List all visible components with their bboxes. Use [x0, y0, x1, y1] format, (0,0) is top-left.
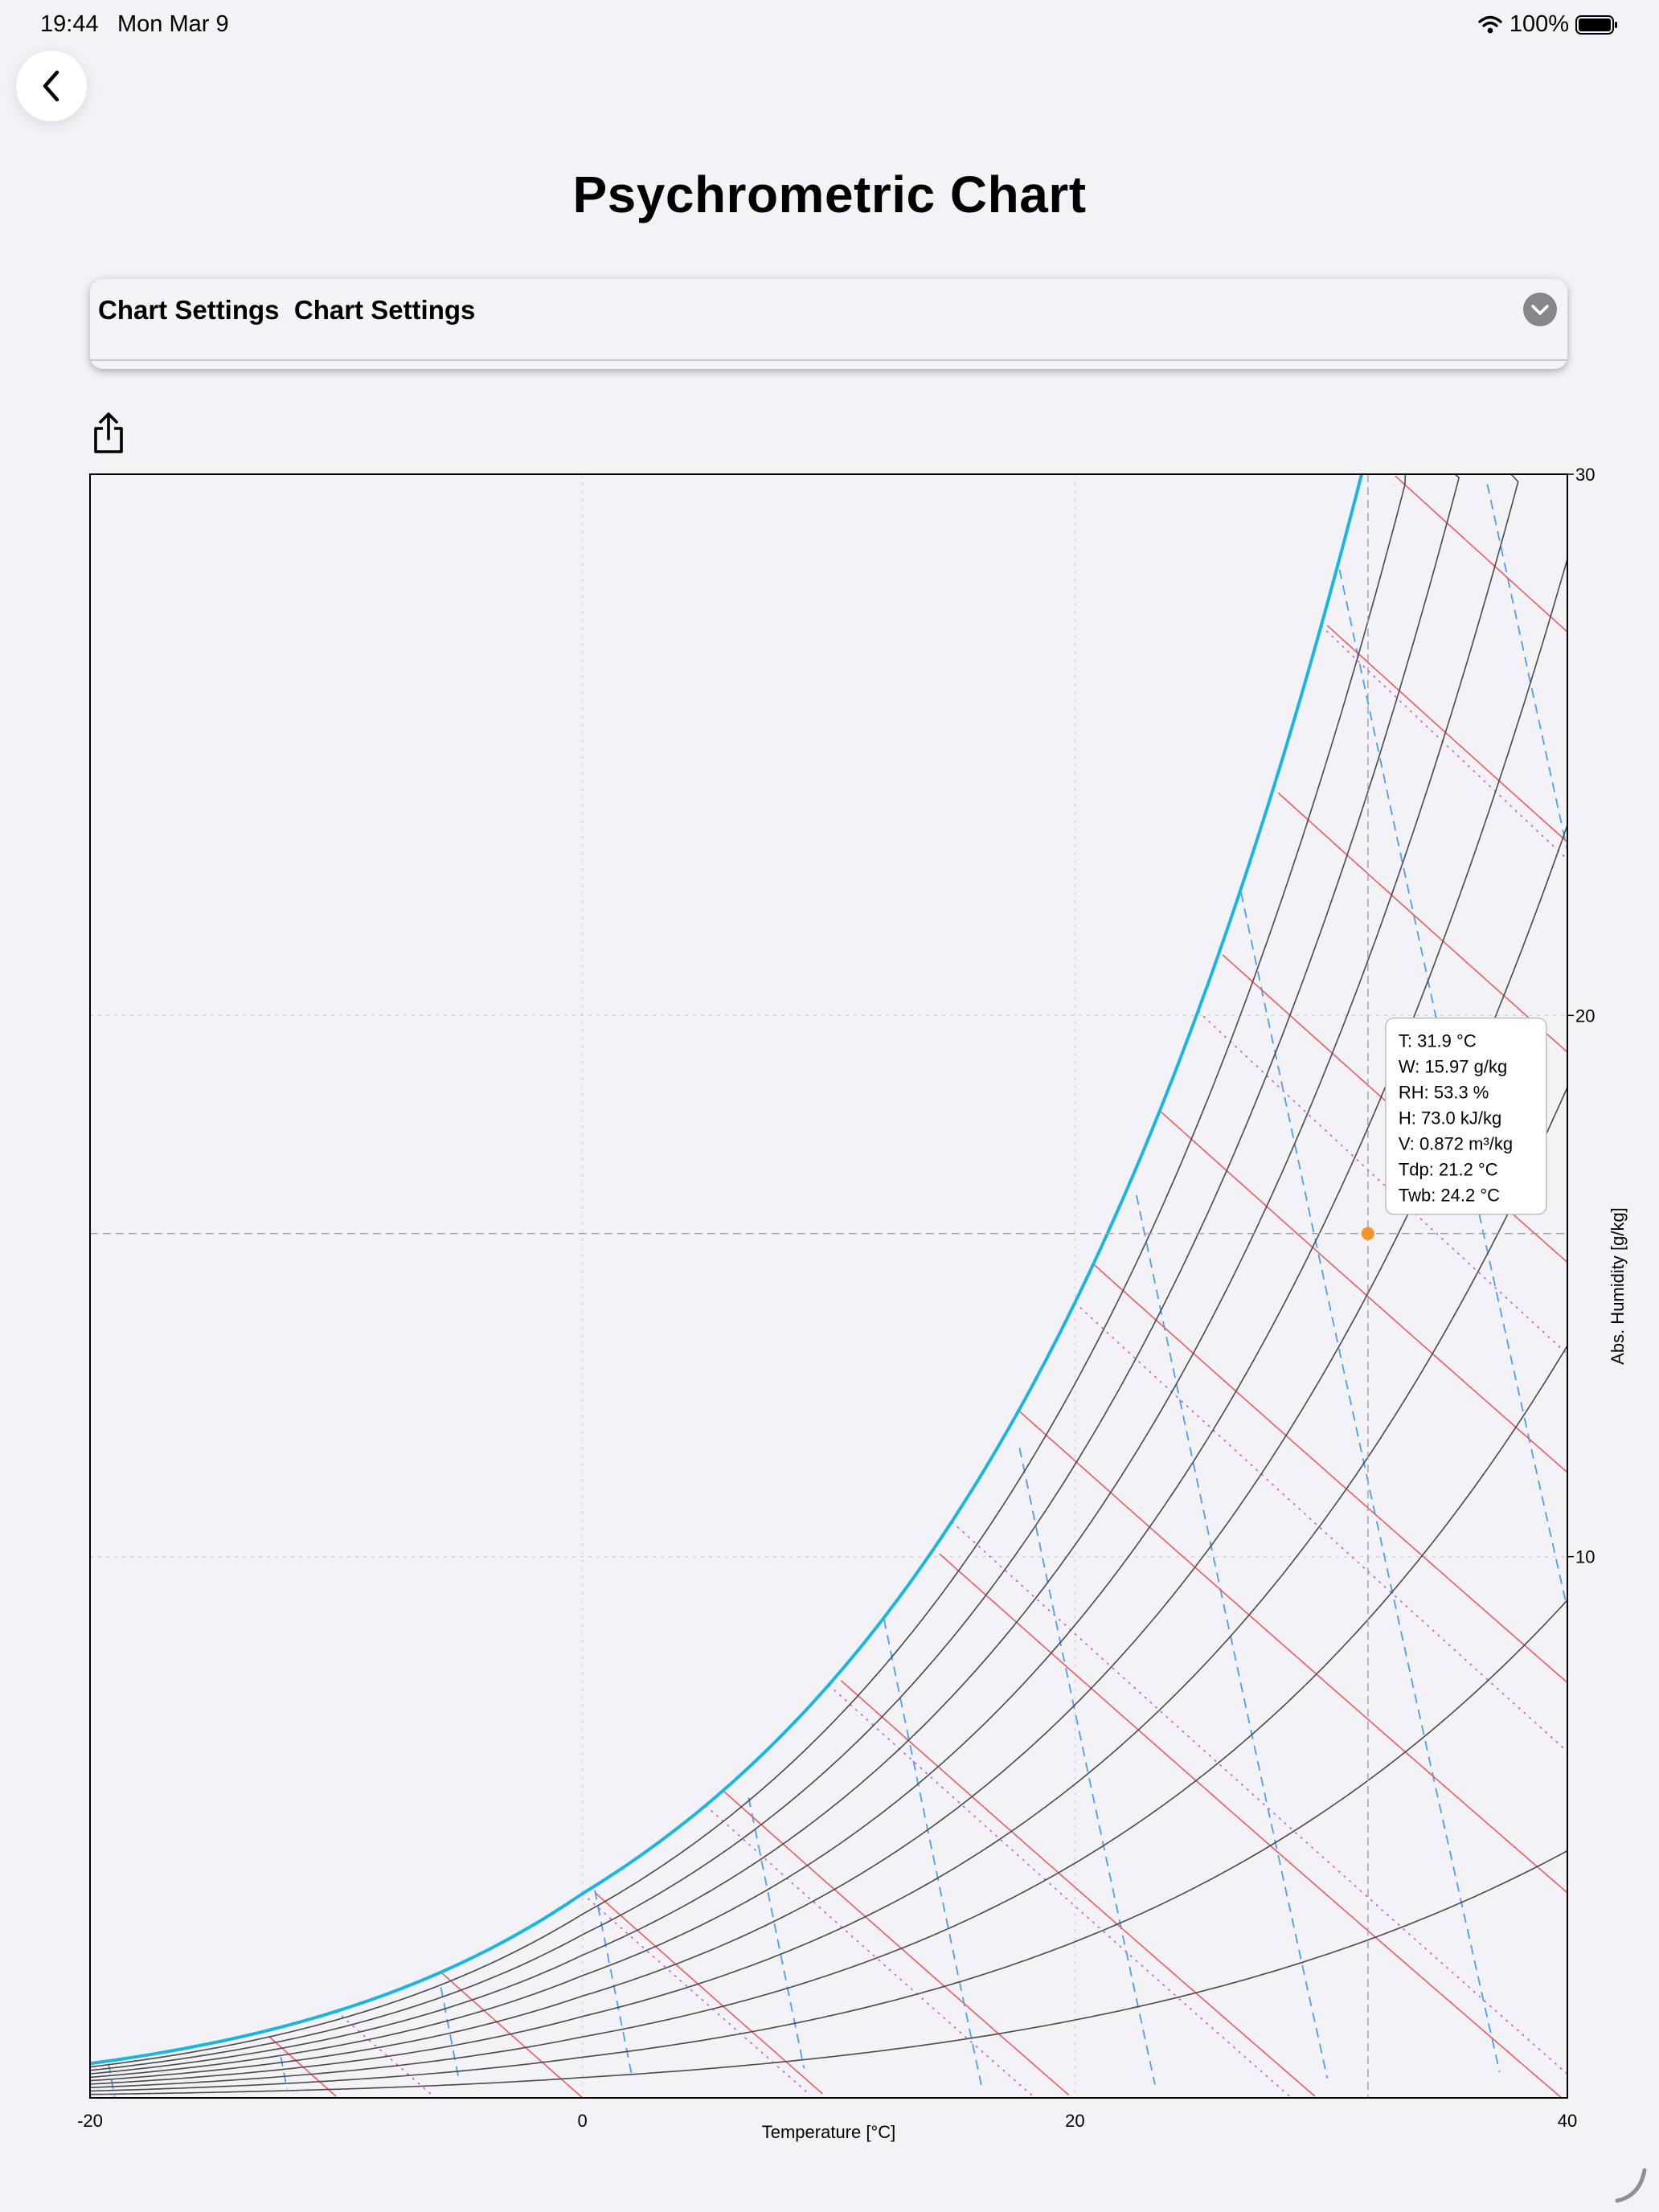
y-tick-label: 10 [1575, 1547, 1595, 1567]
tooltip-line: T: 31.9 °C [1399, 1031, 1477, 1051]
y-tick-label: 30 [1575, 465, 1595, 485]
x-tick-label: 40 [1558, 2111, 1577, 2131]
tooltip-line: Twb: 24.2 °C [1399, 1186, 1500, 1206]
tooltip-line: RH: 53.3 % [1399, 1083, 1489, 1103]
tooltip-line: W: 15.97 g/kg [1399, 1057, 1507, 1077]
psychrometric-chart[interactable]: -20 0 20 40 10 20 30 Temperature [°C] Abs. Hum… [0, 0, 1659, 2212]
selected-point-marker [1361, 1227, 1374, 1240]
resize-handle-icon[interactable] [1611, 2165, 1651, 2206]
tooltip-line: V: 0.872 m³/kg [1399, 1134, 1513, 1154]
x-axis-label: Temperature [°C] [762, 2122, 896, 2142]
tooltip-line: Tdp: 21.2 °C [1399, 1160, 1498, 1180]
x-tick-label: -20 [77, 2111, 103, 2131]
y-axis-label: Abs. Humidity [g/kg] [1608, 1207, 1628, 1365]
plot-area [90, 474, 1567, 2098]
tooltip-line: H: 73.0 kJ/kg [1399, 1108, 1501, 1129]
y-tick-label: 20 [1575, 1006, 1595, 1026]
point-tooltip: T: 31.9 °C W: 15.97 g/kg RH: 53.3 % H: 73.0… [1385, 1017, 1547, 1215]
x-tick-label: 20 [1065, 2111, 1084, 2131]
x-tick-label: 0 [578, 2111, 588, 2131]
